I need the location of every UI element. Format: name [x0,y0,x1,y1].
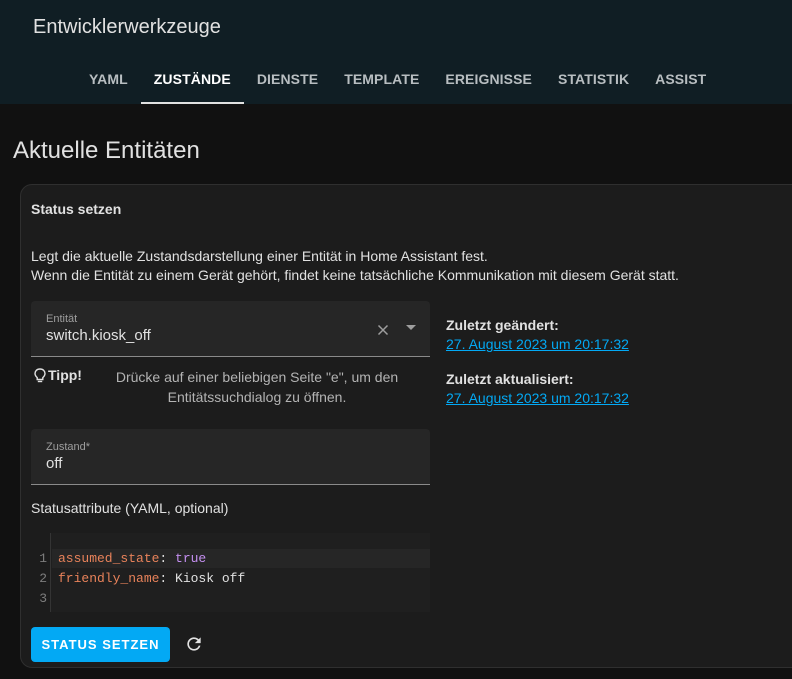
tab-label: DIENSTE [256,71,319,87]
tip-label: Tipp! [48,367,82,383]
tab-states[interactable]: ZUSTÄNDE [140,56,244,104]
state-field-value: off [46,455,63,472]
chevron-down-icon[interactable] [406,325,416,330]
close-icon[interactable] [374,321,392,339]
line-number: 3 [39,591,47,606]
last-updated-label: Zuletzt aktualisiert: [446,371,574,387]
state-field[interactable]: Zustand* off [31,429,430,485]
tab-template[interactable]: TEMPLATE [331,56,432,104]
set-state-button[interactable]: STATUS SETZEN [31,627,170,662]
tab-label: YAML [89,71,128,87]
tab-label: EREIGNISSE [445,71,532,87]
entity-picker[interactable]: Entität switch.kiosk_off [31,301,430,357]
tab-label: ZUSTÄNDE [153,71,231,87]
yaml-key: assumed_state [58,551,160,566]
state-field-label: Zustand* [46,441,91,453]
tab-events[interactable]: EREIGNISSE [432,56,545,104]
last-updated-block: Zuletzt aktualisiert: 27. August 2023 um… [446,371,629,406]
last-changed-value[interactable]: 27. August 2023 um 20:17:32 [446,336,629,352]
yaml-editor[interactable]: 1 2 3 assumed_state: true friendly_name:… [31,533,430,612]
entity-field-value: switch.kiosk_off [46,327,151,344]
tab-statistics[interactable]: STATISTIK [545,56,642,104]
description-line: Wenn die Entität zu einem Gerät gehört, … [31,267,679,283]
card-title: Status setzen [31,201,122,217]
active-tab-indicator [140,102,244,104]
entity-field-label: Entität [46,313,78,325]
yaml-value: true [175,551,207,566]
tab-assist[interactable]: ASSIST [642,56,719,104]
last-changed-block: Zuletzt geändert: 27. August 2023 um 20:… [446,317,629,352]
attributes-label: Statusattribute (YAML, optional) [31,500,229,516]
code-line: friendly_name: Kiosk off [58,571,245,586]
page-title: Aktuelle Entitäten [13,137,200,164]
tab-label: STATISTIK [558,71,630,87]
last-updated-value[interactable]: 27. August 2023 um 20:17:32 [446,390,629,406]
last-changed-label: Zuletzt geändert: [446,317,559,333]
card-description: Legt die aktuelle Zustandsdarstellung ei… [31,247,679,285]
line-number: 2 [39,571,47,586]
tab-label: TEMPLATE [344,71,420,87]
tab-bar: YAML ZUSTÄNDE DIENSTE TEMPLATE EREIGNISS… [76,56,719,104]
lightbulb-icon [34,368,46,383]
app-header: Entwicklerwerkzeuge YAML ZUSTÄNDE DIENST… [0,0,792,104]
yaml-separator: : [159,571,176,586]
yaml-key: friendly_name [58,571,160,586]
set-state-card: Status setzen Legt die aktuelle Zustands… [20,184,792,668]
yaml-separator: : [159,551,176,566]
line-number: 1 [39,551,47,566]
tip-text-line: Entitätssuchdialog zu öffnen. [167,389,347,405]
tab-yaml[interactable]: YAML [76,56,141,104]
yaml-value: Kiosk off [175,571,246,586]
code-line: assumed_state: true [58,551,206,566]
tab-services[interactable]: DIENSTE [244,56,331,104]
tip-text-line: Drücke auf einer beliebigen Seite "e", u… [115,369,399,385]
tip-text: Drücke auf einer beliebigen Seite "e", u… [93,367,421,407]
refresh-icon[interactable] [184,634,204,654]
description-line: Legt die aktuelle Zustandsdarstellung ei… [31,248,488,264]
app-title: Entwicklerwerkzeuge [33,16,221,38]
tab-label: ASSIST [655,71,707,87]
line-number-gutter: 1 2 3 [31,533,51,612]
